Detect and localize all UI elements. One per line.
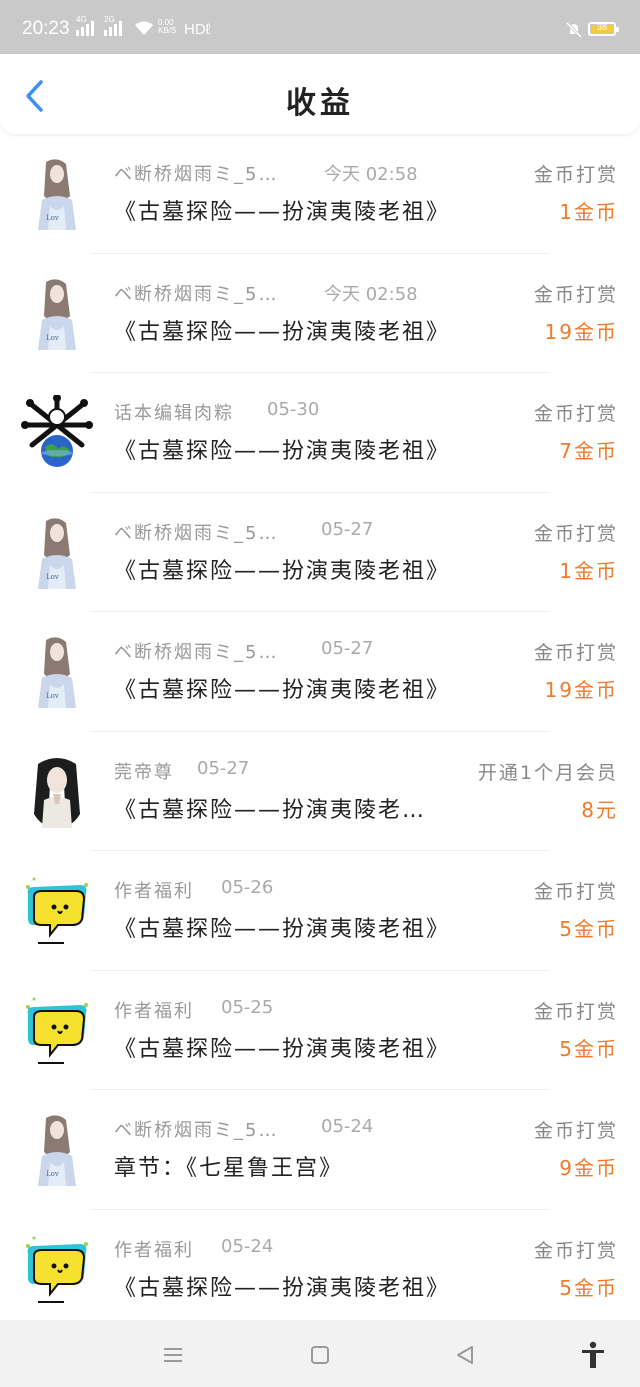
sender-name: ベ断桥烟雨ミ_5…: [114, 283, 279, 305]
book-title: 章节：《七星鲁王宫》: [114, 1156, 344, 1181]
menu-button[interactable]: [158, 1340, 188, 1370]
wifi-icon: [134, 20, 154, 40]
svg-text:Lov: Lov: [46, 573, 59, 581]
sender-name: 话本编辑肉粽: [114, 403, 234, 424]
book-title: 《古墓探险——扮演夷陵老祖》: [114, 319, 451, 345]
sender-name: 作者福利: [114, 1239, 194, 1261]
accessibility-icon: [582, 1341, 604, 1368]
home-square-icon: [311, 1346, 329, 1364]
svg-text:Lov: Lov: [46, 214, 59, 222]
list-item[interactable]: 莞帝尊 05-27 开通1个月会员 《古墓探险——扮演夷陵老… 8元: [0, 732, 640, 851]
item-amount: 19金币: [544, 678, 618, 702]
avatar: [20, 395, 94, 469]
sender-name: ベ断桥烟雨ミ_5…: [114, 164, 279, 185]
signal-icon: [104, 20, 122, 36]
book-title: 《古墓探险——扮演夷陵老祖》: [114, 200, 451, 225]
item-date: 05-27: [321, 518, 374, 540]
item-amount: 5金币: [559, 1036, 618, 1061]
item-date: 今天 02:58: [324, 164, 418, 185]
mute-icon: [565, 21, 583, 43]
book-title: 《古墓探险——扮演夷陵老祖》: [114, 1275, 451, 1301]
back-triangle-icon: [457, 1346, 473, 1364]
net-speed: 0.00 KB/S: [158, 18, 177, 35]
book-title: 《古墓探险——扮演夷陵老祖》: [114, 917, 451, 942]
avatar: [20, 753, 94, 828]
item-type: 金币打赏: [533, 1000, 618, 1023]
item-date: 05-30: [267, 399, 320, 420]
item-amount: 5金币: [559, 917, 618, 941]
book-title: 《古墓探险——扮演夷陵老祖》: [114, 1036, 451, 1062]
item-type: 金币打赏: [533, 283, 618, 306]
home-button[interactable]: [305, 1340, 335, 1370]
accessibility-button[interactable]: [578, 1340, 608, 1370]
item-amount: 5金币: [559, 1275, 618, 1300]
book-title: 《古墓探险——扮演夷陵老祖》: [114, 439, 451, 464]
menu-icon: [164, 1348, 182, 1362]
sender-name: ベ断桥烟雨ミ_5…: [114, 642, 279, 663]
item-amount: 8元: [581, 797, 618, 822]
list-item[interactable]: 作者福利 05-26 金币打赏 《古墓探险——扮演夷陵老祖》 5金币: [0, 851, 640, 971]
item-type: 金币打赏: [533, 881, 618, 903]
header: 收益: [0, 54, 640, 134]
item-date: 05-26: [221, 877, 274, 898]
item-type: 金币打赏: [533, 1239, 618, 1262]
avatar: Lov: [20, 514, 94, 589]
item-type: 金币打赏: [533, 164, 618, 186]
svg-text:Lov: Lov: [46, 1170, 59, 1178]
list-item[interactable]: Lov ベ断桥烟雨ミ_5… 05-27 金币打赏 《古墓探险——扮演夷陵老祖》 1…: [0, 493, 640, 612]
avatar: [20, 1231, 94, 1306]
item-date: 今天 02:58: [324, 283, 418, 305]
item-date: 05-27: [197, 757, 250, 779]
item-amount: 9金币: [559, 1156, 618, 1180]
sender-name: 作者福利: [114, 1000, 194, 1022]
list-item[interactable]: Lov ベ断桥烟雨ミ_5… 05-24 金币打赏 章节：《七星鲁王宫》 9金币: [0, 1090, 640, 1210]
item-amount: 1金币: [559, 200, 618, 224]
system-nav-bar: [0, 1320, 640, 1387]
earnings-list: Lov ベ断桥烟雨ミ_5… 今天 02:58 金币打赏 《古墓探险——扮演夷陵老祖…: [0, 134, 640, 1329]
item-type: 开通1个月会员: [477, 761, 618, 784]
item-date: 05-27: [321, 638, 374, 659]
book-title: 《古墓探险——扮演夷陵老祖》: [114, 678, 451, 703]
system-back-button[interactable]: [450, 1340, 480, 1370]
item-type: 金币打赏: [533, 1120, 618, 1142]
list-item[interactable]: 作者福利 05-24 金币打赏 《古墓探险——扮演夷陵老祖》 5金币: [0, 1210, 640, 1329]
avatar: Lov: [20, 634, 94, 708]
list-item[interactable]: Lov ベ断桥烟雨ミ_5… 今天 02:58 金币打赏 《古墓探险——扮演夷陵老祖…: [0, 254, 640, 373]
avatar: [20, 992, 94, 1067]
page-title: 收益: [286, 86, 354, 121]
hd-label: HDℓ: [184, 21, 211, 38]
item-amount: 7金币: [559, 439, 618, 463]
item-date: 05-24: [221, 1235, 274, 1257]
svg-text:Lov: Lov: [46, 334, 59, 342]
sender-name: ベ断桥烟雨ミ_5…: [114, 1120, 279, 1141]
item-date: 05-24: [321, 1116, 374, 1137]
sender-name: 莞帝尊: [114, 761, 174, 783]
list-item[interactable]: Lov ベ断桥烟雨ミ_5… 05-27 金币打赏 《古墓探险——扮演夷陵老祖》 1…: [0, 612, 640, 732]
avatar: Lov: [20, 1112, 94, 1186]
battery-level: 38: [596, 22, 607, 32]
status-time: 20:23: [22, 18, 70, 39]
item-type: 金币打赏: [533, 642, 618, 664]
sender-name: 作者福利: [114, 881, 194, 902]
list-item[interactable]: 作者福利 05-25 金币打赏 《古墓探险——扮演夷陵老祖》 5金币: [0, 971, 640, 1090]
list-item[interactable]: 话本编辑肉粽 05-30 金币打赏 《古墓探险——扮演夷陵老祖》 7金币: [0, 373, 640, 493]
sender-name: ベ断桥烟雨ミ_5…: [114, 522, 279, 544]
book-title: 《古墓探险——扮演夷陵老…: [114, 797, 427, 823]
avatar: Lov: [20, 275, 94, 350]
svg-text:Lov: Lov: [46, 692, 59, 700]
battery-icon: 38: [588, 22, 619, 36]
item-amount: 19金币: [544, 319, 618, 344]
book-title: 《古墓探险——扮演夷陵老祖》: [114, 558, 451, 584]
avatar: [20, 873, 94, 947]
item-type: 金币打赏: [533, 522, 618, 545]
item-type: 金币打赏: [533, 403, 618, 425]
status-bar: 20:23 4G 2G 0.00 KB/S HDℓ 38: [0, 0, 640, 54]
item-date: 05-25: [221, 996, 274, 1018]
avatar: Lov: [20, 156, 94, 230]
list-item[interactable]: Lov ベ断桥烟雨ミ_5… 今天 02:58 金币打赏 《古墓探险——扮演夷陵老祖…: [0, 134, 640, 254]
signal-icon: [76, 20, 94, 36]
item-amount: 1金币: [559, 558, 618, 583]
